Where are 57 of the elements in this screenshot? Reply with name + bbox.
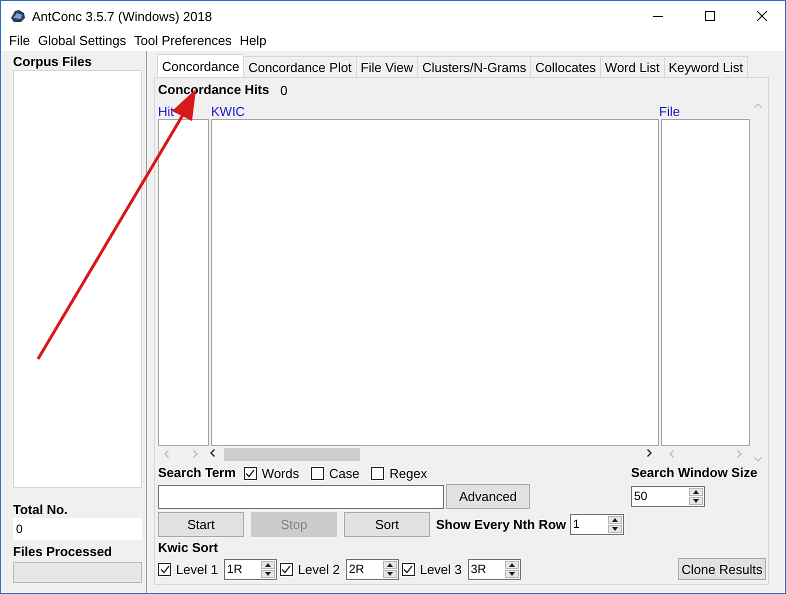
maximize-icon[interactable] xyxy=(705,11,715,21)
files-processed-label: Files Processed xyxy=(13,544,113,560)
show-every-nth-row-label: Show Every Nth Row xyxy=(436,516,566,532)
down-arrow-icon[interactable] xyxy=(693,499,699,503)
close-icon[interactable] xyxy=(757,11,767,21)
menu-item[interactable]: Tool Preferences xyxy=(130,31,236,51)
checkbox-label: Level 2 xyxy=(298,562,340,576)
advanced-button[interactable]: Advanced xyxy=(446,484,530,509)
checkbox[interactable] xyxy=(402,562,415,576)
down-arrow-icon[interactable] xyxy=(508,572,515,576)
scroll-left-icon[interactable] xyxy=(210,449,215,457)
checkbox-label: Level 1 xyxy=(176,562,218,576)
action-button[interactable]: Start xyxy=(158,512,244,537)
sort-level-spinner[interactable]: 1R xyxy=(224,558,277,580)
total-label: Total No. xyxy=(13,502,69,518)
menu-item[interactable]: Help xyxy=(236,31,270,51)
kwic-sort-label: Kwic Sort xyxy=(158,540,218,556)
menu-item[interactable]: Global Settings xyxy=(34,31,130,51)
sort-level-spinner[interactable]: 2R xyxy=(346,558,399,580)
scroll-right-icon[interactable] xyxy=(647,449,652,457)
checkbox[interactable] xyxy=(371,466,384,480)
up-arrow-icon[interactable] xyxy=(264,562,271,566)
down-arrow-icon[interactable] xyxy=(612,527,618,531)
up-arrow-icon[interactable] xyxy=(612,518,618,522)
nth-row-spinner[interactable]: 1 xyxy=(570,514,624,535)
column-header: KWIC xyxy=(211,104,246,119)
search-window-size-label: Search Window Size xyxy=(631,465,758,481)
down-arrow-icon[interactable] xyxy=(264,572,271,576)
down-arrow-icon[interactable] xyxy=(386,572,393,576)
clone-results-button[interactable]: Clone Results xyxy=(678,558,766,580)
total-value: 0 xyxy=(13,518,142,540)
menu-item[interactable]: File xyxy=(5,31,34,51)
checkbox-label: Regex xyxy=(389,466,428,480)
checkbox[interactable] xyxy=(311,466,324,480)
tab[interactable]: Keyword List xyxy=(664,56,748,77)
up-arrow-icon[interactable] xyxy=(508,562,515,566)
hits-count: 0 xyxy=(280,82,288,98)
search-window-spinner[interactable]: 50 xyxy=(631,486,705,507)
checkbox-label: Case xyxy=(329,466,360,480)
tab[interactable]: Concordance xyxy=(157,54,244,77)
checkbox[interactable] xyxy=(244,466,257,480)
checkbox[interactable] xyxy=(280,562,293,576)
checkbox-label: Words xyxy=(262,466,300,480)
search-term-label: Search Term xyxy=(158,465,236,481)
action-button[interactable]: Sort xyxy=(344,512,430,537)
corpus-files-label: Corpus Files xyxy=(13,54,93,70)
checkbox[interactable] xyxy=(158,562,171,576)
up-arrow-icon[interactable] xyxy=(386,562,393,566)
window-title: AntConc 3.5.7 (Windows) 2018 xyxy=(32,8,213,24)
app-icon xyxy=(10,9,26,23)
up-arrow-icon[interactable] xyxy=(693,490,699,494)
column-header: Hit xyxy=(158,104,175,119)
checkbox-label: Level 3 xyxy=(420,562,462,576)
hits-label: Concordance Hits xyxy=(158,82,270,98)
search-term-field[interactable] xyxy=(158,484,444,508)
sort-level-spinner[interactable]: 3R xyxy=(468,558,521,580)
column-header: File xyxy=(659,104,681,119)
